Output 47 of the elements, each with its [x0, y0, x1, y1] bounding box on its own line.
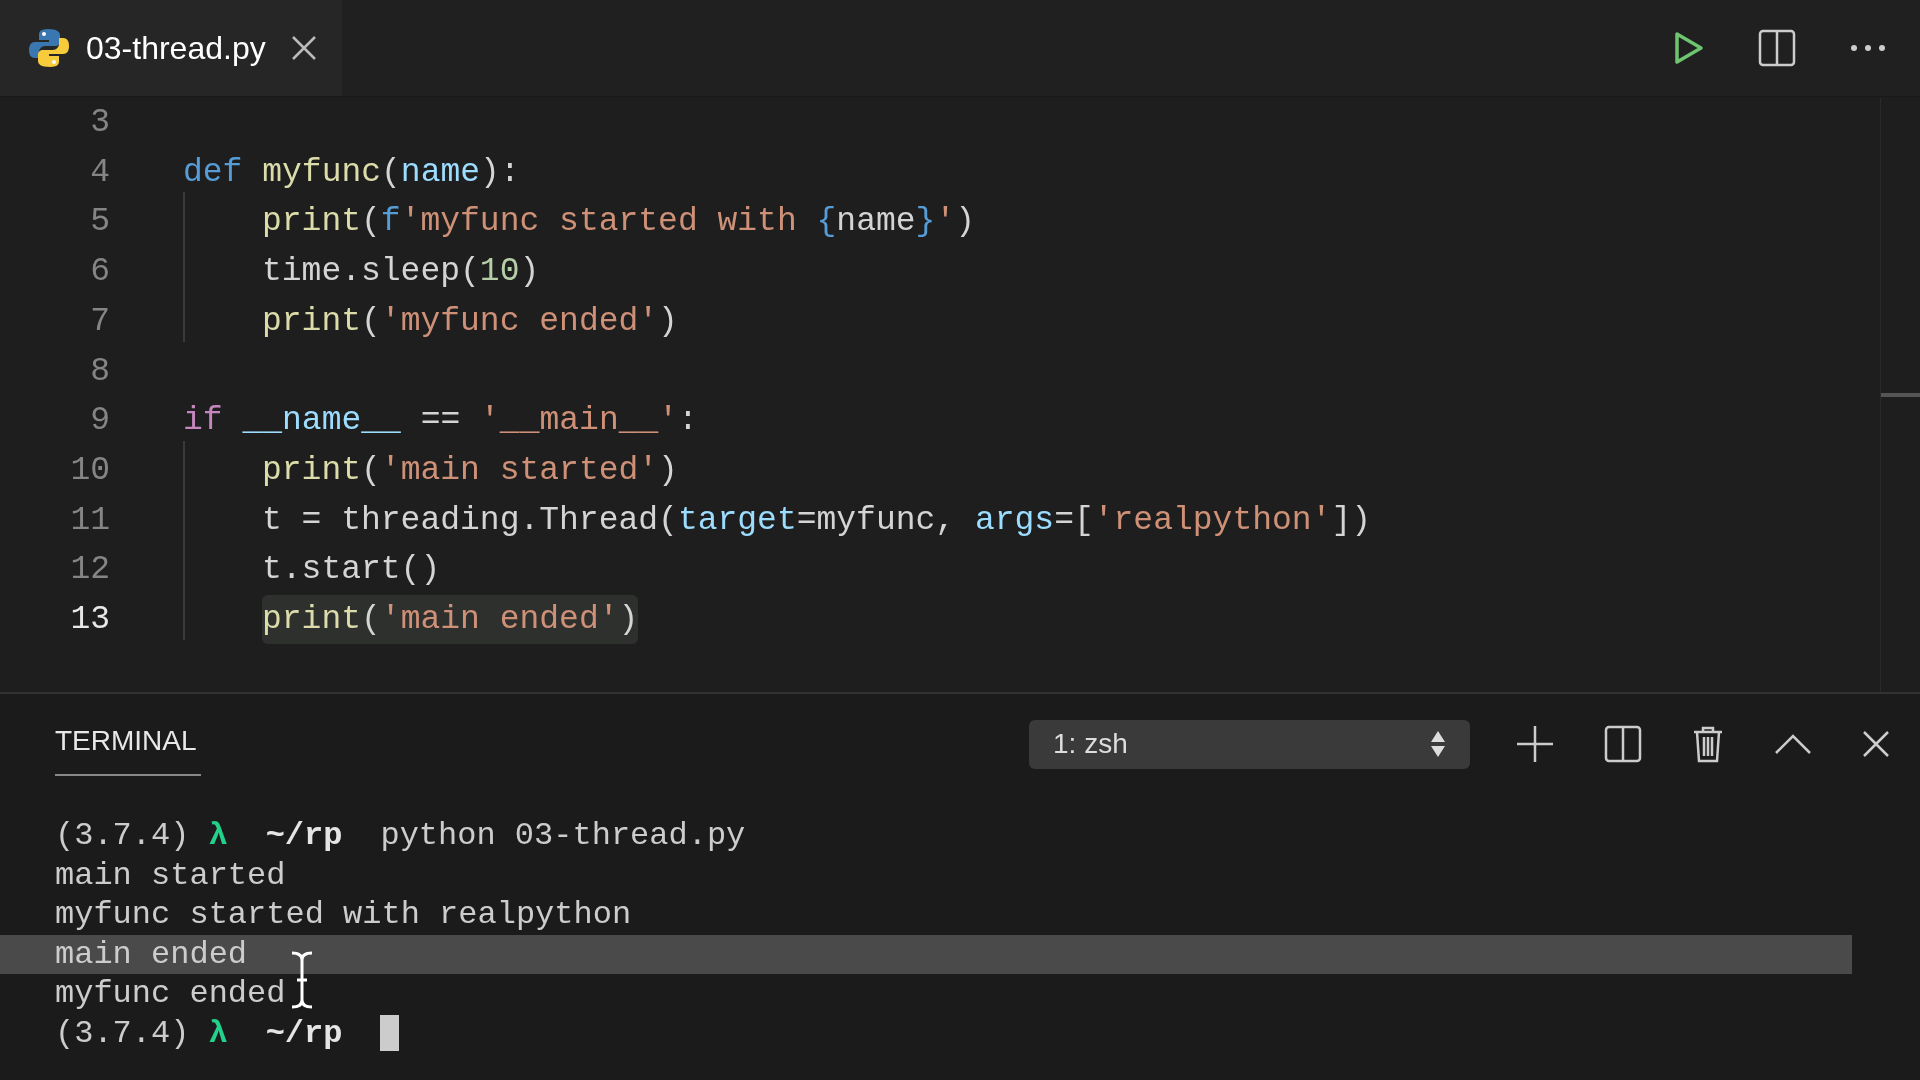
terminal-command: python 03-thread.py	[380, 816, 746, 856]
dropdown-arrows-icon	[1430, 730, 1446, 758]
run-icon[interactable]	[1674, 31, 1704, 65]
split-terminal-icon[interactable]	[1604, 725, 1642, 763]
prompt-path: ~/rp	[265, 1013, 343, 1053]
terminal-select[interactable]: 1: zsh	[1029, 719, 1470, 769]
code-line: print(f'myfunc started with {name}')	[262, 202, 975, 243]
split-editor-icon[interactable]	[1758, 29, 1796, 67]
code-line: print('myfunc ended')	[262, 301, 678, 342]
tab-title: 03-thread.py	[86, 29, 266, 68]
line-number: 9	[90, 402, 110, 440]
line-number: 12	[70, 551, 110, 589]
scrollbar-marker	[1881, 393, 1920, 397]
python-logo-icon	[28, 27, 70, 69]
line-number: 11	[70, 501, 110, 539]
line-number: 3	[90, 104, 110, 142]
code-line: t = threading.Thread(target=myfunc, args=['realpython'])	[262, 500, 1371, 541]
editor-tab[interactable]: 03-thread.py	[0, 0, 342, 96]
code-line: time.sleep(10)	[262, 252, 540, 293]
terminal-output: myfunc started with realpython	[55, 895, 632, 935]
terminal-tab[interactable]: TERMINAL	[55, 712, 201, 776]
text-cursor-icon	[289, 950, 315, 1010]
code-line: def myfunc(name):	[183, 152, 520, 193]
line-number: 7	[90, 302, 110, 340]
prompt-path: ~/rp	[265, 816, 343, 856]
line-number: 13	[70, 600, 110, 638]
line-number: 4	[90, 153, 110, 191]
close-icon[interactable]	[289, 34, 318, 62]
chevron-up-icon[interactable]	[1774, 733, 1812, 755]
prompt-version: (3.7.4)	[55, 1013, 190, 1053]
prompt-symbol: λ	[208, 816, 228, 856]
line-number: 8	[90, 352, 110, 390]
more-icon[interactable]	[1850, 44, 1886, 52]
prompt-symbol: λ	[208, 1013, 228, 1053]
code-line: t.start()	[262, 550, 441, 591]
terminal-output: main started	[55, 855, 286, 895]
prompt-version: (3.7.4)	[55, 816, 190, 856]
code-line: print('main started')	[262, 450, 678, 491]
line-number: 6	[90, 253, 110, 291]
line-number: 10	[70, 451, 110, 489]
close-icon[interactable]	[1862, 730, 1890, 758]
terminal-output: myfunc ended	[55, 974, 286, 1014]
add-icon[interactable]	[1516, 725, 1554, 763]
trash-icon[interactable]	[1692, 725, 1724, 763]
terminal-output: main ended	[55, 934, 248, 974]
line-number: 5	[90, 203, 110, 241]
code-line: if __name__ == '__main__':	[183, 401, 698, 442]
